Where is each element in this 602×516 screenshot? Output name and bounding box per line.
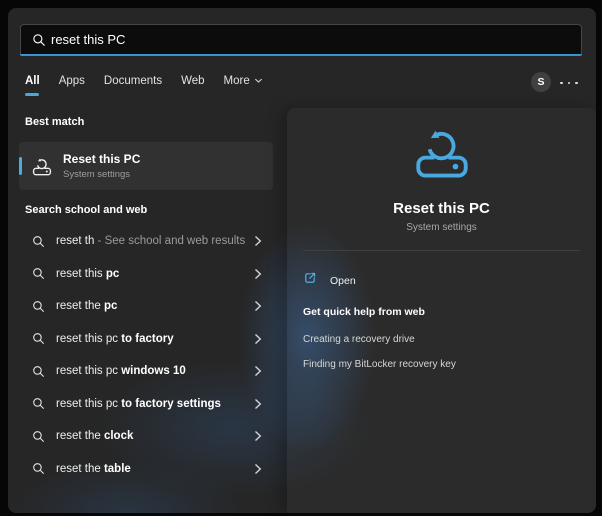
tab-more[interactable]: More <box>224 75 263 96</box>
search-icon <box>32 462 45 475</box>
chevron-down-icon <box>254 75 263 87</box>
best-match-subtitle: System settings <box>63 169 140 180</box>
search-query-text: reset this PC <box>51 32 125 47</box>
help-link[interactable]: Creating a recovery drive <box>303 334 415 345</box>
filter-tabs: All Apps Documents Web More <box>25 75 263 96</box>
suggestion-row[interactable]: reset th - See school and web results <box>20 225 278 258</box>
suggestion-row[interactable]: reset the pc <box>20 290 278 323</box>
suggestion-row[interactable]: reset the clock <box>20 420 278 453</box>
best-match-item[interactable]: Reset this PC System settings <box>19 142 273 190</box>
suggestion-row[interactable]: reset this pc <box>20 258 278 291</box>
tab-apps[interactable]: Apps <box>59 75 85 96</box>
divider <box>303 250 580 251</box>
chevron-right-icon <box>254 235 262 247</box>
search-icon <box>32 365 45 378</box>
search-input[interactable]: reset this PC <box>20 24 582 54</box>
tab-documents[interactable]: Documents <box>104 75 162 96</box>
chevron-right-icon <box>254 300 262 312</box>
preview-title: Reset this PC <box>287 200 596 217</box>
avatar[interactable]: S <box>531 72 551 92</box>
search-icon <box>32 430 45 443</box>
suggestion-list: reset th - See school and web results re… <box>20 225 278 485</box>
suggestion-row[interactable]: reset this pc to factory settings <box>20 388 278 421</box>
suggestion-row[interactable]: reset this pc to factory <box>20 323 278 356</box>
search-icon <box>32 397 45 410</box>
best-match-title: Reset this PC <box>63 152 140 166</box>
chevron-right-icon <box>254 268 262 280</box>
help-link[interactable]: Finding my BitLocker recovery key <box>303 359 456 370</box>
tab-all[interactable]: All <box>25 75 40 96</box>
tab-web[interactable]: Web <box>181 75 204 96</box>
selection-accent-bar <box>19 157 22 175</box>
open-action[interactable]: Open <box>303 271 356 290</box>
chevron-right-icon <box>254 398 262 410</box>
help-heading: Get quick help from web <box>303 306 425 318</box>
web-results-heading: Search school and web <box>25 204 147 216</box>
chevron-right-icon <box>254 463 262 475</box>
reset-pc-icon <box>31 156 53 177</box>
chevron-right-icon <box>254 365 262 377</box>
best-match-heading: Best match <box>25 116 84 128</box>
chevron-right-icon <box>254 333 262 345</box>
preview-subtitle: System settings <box>287 222 596 233</box>
chevron-right-icon <box>254 430 262 442</box>
suggestion-row[interactable]: reset this pc windows 10 <box>20 355 278 388</box>
more-options-button[interactable] <box>556 79 582 87</box>
search-icon <box>32 33 46 47</box>
search-icon <box>32 300 45 313</box>
search-icon <box>32 267 45 280</box>
open-icon <box>303 271 317 290</box>
suggestion-row[interactable]: reset the table <box>20 453 278 486</box>
preview-panel: Reset this PC System settings Open Get q… <box>287 108 596 513</box>
search-flyout: reset this PC All Apps Documents Web Mor… <box>8 8 596 513</box>
search-accent-underline <box>20 54 582 56</box>
search-icon <box>32 332 45 345</box>
reset-pc-icon-large <box>411 123 473 187</box>
open-label: Open <box>330 275 356 287</box>
search-icon <box>32 235 45 248</box>
